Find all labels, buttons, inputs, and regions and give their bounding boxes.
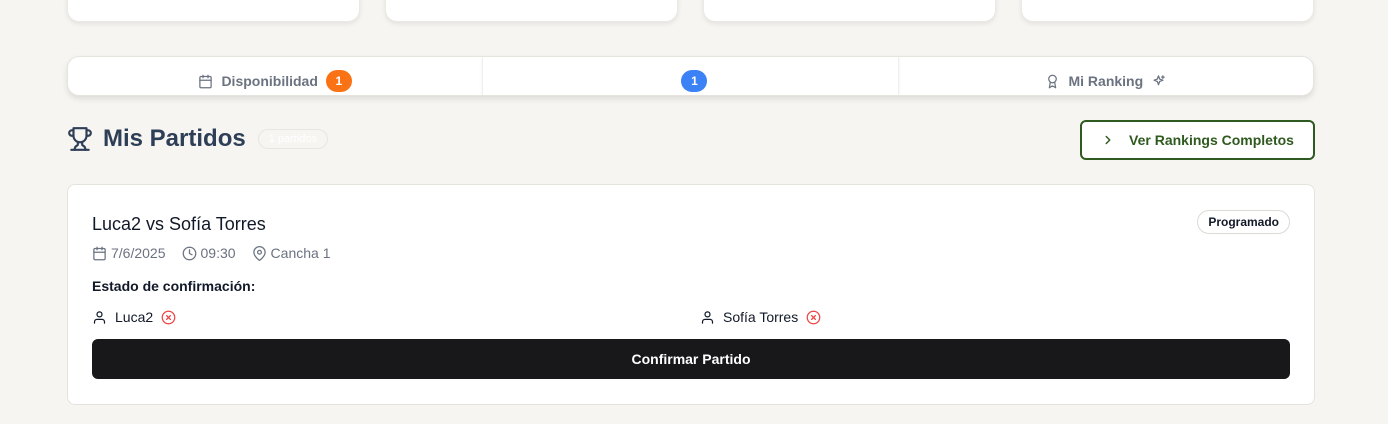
confirmation-label: Estado de confirmación: — [92, 278, 256, 294]
notification-badge: 1 — [681, 70, 708, 92]
user-icon — [93, 310, 106, 324]
section-header: Mis Partidos 1 partidos — [67, 125, 329, 153]
player-name: Luca2 — [115, 309, 154, 325]
x-circle-icon — [161, 310, 176, 324]
stat-card — [385, 0, 678, 22]
map-pin-icon — [252, 245, 266, 261]
match-date: 7/6/2025 — [92, 245, 166, 261]
tab-disponibilidad[interactable]: Disponibilidad 1 — [68, 57, 482, 95]
match-card: Luca2 vs Sofía Torres Programado 7/6/202… — [67, 184, 1315, 405]
chevron-right-icon — [1105, 135, 1111, 145]
sparkles-icon — [1153, 74, 1165, 85]
match-meta: 7/6/2025 09:30 Cancha 1 — [92, 245, 330, 261]
player-name: Sofía Torres — [723, 309, 799, 325]
match-title: Luca2 vs Sofía Torres — [92, 214, 266, 234]
trophy-icon — [68, 127, 92, 151]
calendar-icon — [93, 246, 106, 260]
player-status: Luca2 — [92, 309, 176, 325]
stat-card — [67, 0, 360, 22]
calendar-icon — [199, 74, 213, 88]
view-rankings-button[interactable]: Ver Rankings Completos — [1080, 120, 1315, 160]
tab-label: Disponibilidad — [221, 73, 318, 89]
match-count-badge: 1 partidos — [257, 129, 329, 149]
notification-badge: 1 — [325, 70, 352, 92]
confirm-match-button[interactable]: Confirmar Partido — [92, 339, 1290, 379]
stat-card — [703, 0, 996, 22]
date-text: 7/6/2025 — [111, 245, 166, 261]
stat-card — [1021, 0, 1314, 22]
match-time: 09:30 — [182, 245, 236, 261]
user-icon — [701, 310, 714, 324]
award-icon — [1048, 74, 1058, 88]
court-text: Cancha 1 — [270, 245, 331, 261]
clock-icon — [182, 246, 196, 260]
status-badge: Programado — [1197, 210, 1290, 234]
page-title: Mis Partidos — [103, 125, 246, 152]
tab-label: Mi Ranking — [1068, 73, 1144, 89]
match-court: Cancha 1 — [252, 245, 331, 261]
tab-partidos[interactable]: 1 — [482, 57, 899, 95]
time-text: 09:30 — [200, 245, 236, 261]
player-status: Sofía Torres — [700, 309, 821, 325]
x-circle-icon — [806, 310, 821, 324]
tab-bar: Disponibilidad 1 1 Mi Ranking — [67, 56, 1314, 96]
tab-mi-ranking[interactable]: Mi Ranking — [899, 57, 1313, 95]
button-label: Ver Rankings Completos — [1129, 132, 1294, 148]
